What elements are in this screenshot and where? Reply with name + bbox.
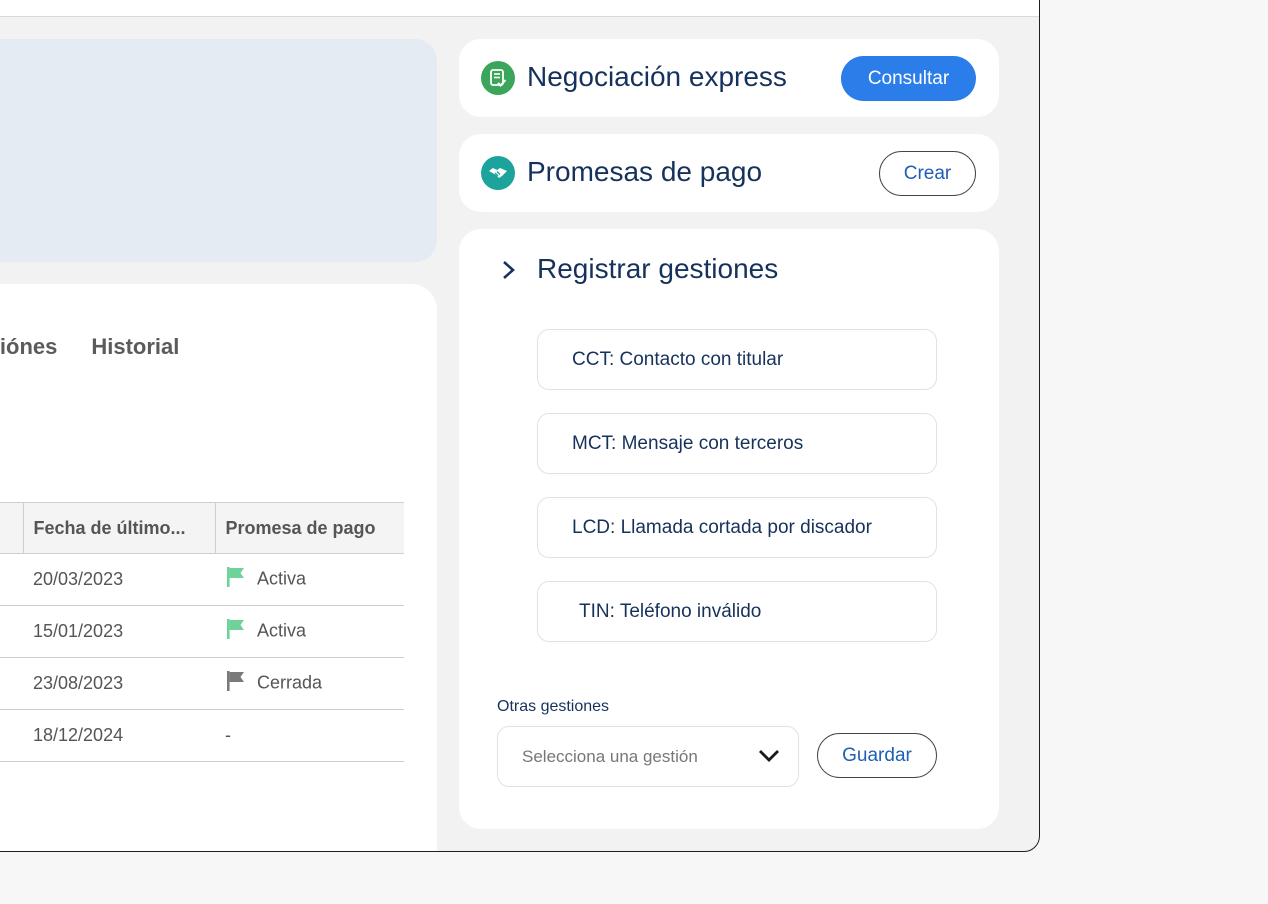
negociacion-card: Negociación express Consultar — [459, 39, 999, 117]
consultar-button[interactable]: Consultar — [841, 56, 976, 101]
otras-gestiones-select[interactable]: Selecciona una gestión — [497, 726, 799, 787]
negociacion-title: Negociación express — [527, 61, 787, 92]
table-header-row: Fecha de último... Promesa de pago — [0, 502, 404, 554]
gestion-option-mct[interactable]: MCT: Mensaje con terceros — [537, 413, 937, 474]
guardar-button[interactable]: Guardar — [817, 733, 937, 778]
column-header-fecha[interactable]: Fecha de último... — [23, 502, 216, 554]
column-header-hidden — [0, 502, 24, 554]
promesa-cell: Cerrada — [215, 657, 404, 710]
tab-bar: Gestiónes Historial — [0, 334, 213, 360]
table-row[interactable]: 20/03/2023 Activa — [0, 553, 404, 606]
chevron-down-icon — [758, 748, 780, 769]
table-row[interactable]: 23/08/2023 Cerrada — [0, 657, 404, 710]
app-window: Gestiónes Historial Fecha de último... P… — [0, 0, 1040, 852]
flag-icon — [225, 566, 247, 593]
tab-historial[interactable]: Historial — [91, 334, 179, 360]
top-bar — [0, 0, 1039, 17]
chevron-right-icon[interactable] — [499, 259, 519, 286]
table-cell-hidden — [0, 657, 23, 710]
registrar-title[interactable]: Registrar gestiones — [537, 253, 778, 285]
fecha-cell: 20/03/2023 — [23, 553, 215, 606]
column-header-promesa[interactable]: Promesa de pago — [215, 502, 404, 554]
flag-icon — [225, 670, 247, 697]
fecha-cell: 18/12/2024 — [23, 709, 215, 762]
promesas-title: Promesas de pago — [527, 156, 763, 187]
details-panel: Gestiónes Historial Fecha de último... P… — [0, 284, 437, 851]
gestion-option-lcd[interactable]: LCD: Llamada cortada por discador — [537, 497, 937, 558]
table-row[interactable]: 15/01/2023 Activa — [0, 605, 404, 658]
promesa-cell: Activa — [215, 605, 404, 658]
flag-icon — [225, 618, 247, 645]
promesa-status: Activa — [257, 620, 307, 641]
table-cell-hidden — [0, 553, 23, 606]
gestiones-table: Fecha de último... Promesa de pago 20/03… — [0, 502, 404, 762]
promesa-cell: - — [215, 709, 404, 762]
otras-gestiones-label: Otras gestiones — [497, 698, 610, 715]
document-check-icon — [481, 61, 515, 95]
table-cell-hidden — [0, 709, 23, 762]
gestion-option-tin[interactable]: TIN: Teléfono inválido — [537, 581, 937, 642]
gestion-option-cct[interactable]: CCT: Contacto con titular — [537, 329, 937, 390]
select-placeholder: Selecciona una gestión — [522, 746, 698, 766]
promesas-card: Promesas de pago Crear — [459, 134, 999, 212]
promesa-status: Cerrada — [257, 672, 323, 693]
table-row[interactable]: 18/12/2024 - — [0, 709, 404, 762]
fecha-cell: 23/08/2023 — [23, 657, 215, 710]
promesa-cell: Activa — [215, 553, 404, 606]
fecha-cell: 15/01/2023 — [23, 605, 215, 658]
registrar-card: Registrar gestiones CCT: Contacto con ti… — [459, 229, 999, 829]
tab-gestiones[interactable]: Gestiónes — [0, 334, 57, 360]
promesa-status: Activa — [257, 568, 307, 589]
table-cell-hidden — [0, 605, 23, 658]
crear-button[interactable]: Crear — [879, 151, 976, 196]
summary-banner — [0, 39, 437, 262]
handshake-icon — [481, 156, 515, 190]
